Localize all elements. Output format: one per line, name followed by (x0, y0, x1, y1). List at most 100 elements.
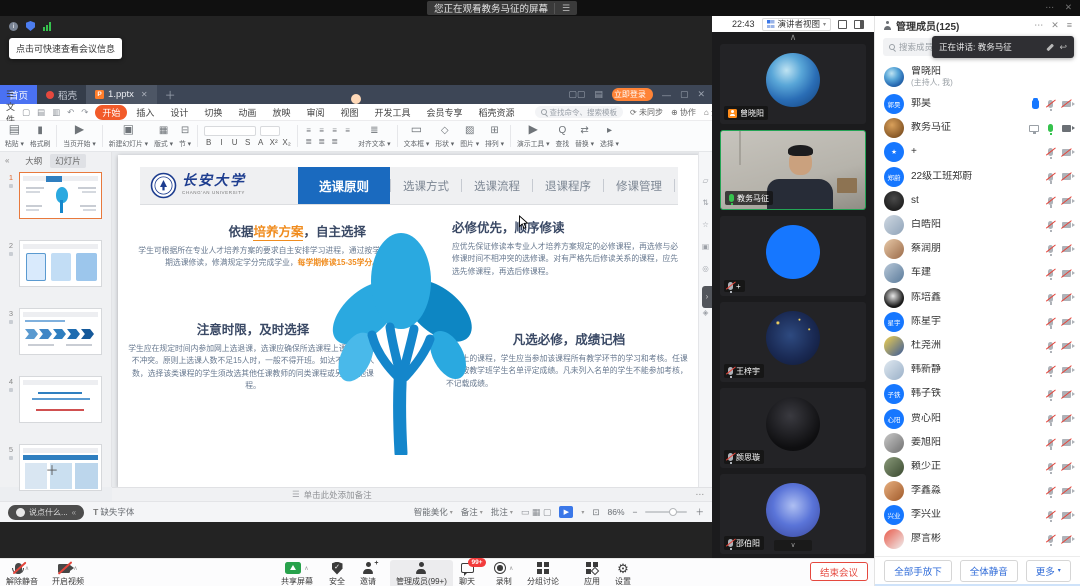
toolbar-安全[interactable]: ✓安全 (329, 561, 345, 586)
member-row-+[interactable]: ★+ (875, 140, 1080, 164)
thumbnail-preview[interactable] (19, 376, 102, 423)
print-icon[interactable]: ▥ (52, 107, 60, 118)
toolbar-应用[interactable]: 应用 (584, 561, 600, 586)
ribbon-文本框-button[interactable]: ▭文本框 ▾ (404, 124, 430, 148)
list-icon[interactable]: ≡ (330, 126, 339, 135)
video-tile-邵伯阳[interactable]: 邵伯阳∨ (720, 474, 866, 554)
member-row-郭昊[interactable]: 郭昊郭昊 (875, 92, 1080, 116)
ribbon-图片-button[interactable]: ▨图片 ▾ (460, 125, 479, 148)
member-row-st[interactable]: st (875, 189, 1080, 213)
video-tile-教务马征[interactable]: 教务马征 (720, 130, 866, 210)
toolbar-管理成员(99+)[interactable]: 管理成员(99+) (390, 560, 453, 586)
member-row-车建[interactable]: 车建 (875, 261, 1080, 285)
ribbon-tab-稻壳资源[interactable]: 稻壳资源 (472, 105, 522, 120)
ribbon-tab-视图[interactable]: 视图 (333, 105, 365, 120)
undo-arrow-icon[interactable]: ↩ (1059, 42, 1067, 53)
ribbon-排列-button[interactable]: ⊞排列 ▾ (485, 125, 504, 148)
member-row-白皓阳[interactable]: 白皓阳 (875, 213, 1080, 237)
fit-icon[interactable]: ⊡ (592, 507, 599, 518)
ribbon-tab-动画[interactable]: 动画 (231, 105, 263, 120)
favorite-tool-icon[interactable]: ☆ (702, 220, 709, 229)
missing-font-indicator[interactable]: T缺失字体 (93, 506, 134, 518)
ribbon-节-button[interactable]: ⊟节 ▾ (179, 125, 191, 148)
panel-close-icon[interactable]: ✕ (1051, 20, 1059, 31)
ribbon-tab-开发工具[interactable]: 开发工具 (367, 105, 417, 120)
info-icon[interactable]: i (9, 22, 18, 31)
banner-menu-icon[interactable]: ☰ (554, 3, 570, 14)
zoom-level[interactable]: 86% (608, 507, 625, 517)
notes-bar[interactable]: ☰ 单击此处添加备注 ⋯ (112, 487, 712, 501)
panel-more-icon[interactable]: ⋯ (1034, 20, 1043, 31)
format-U-button[interactable]: U (230, 138, 239, 147)
pen-icon[interactable] (1047, 43, 1054, 50)
notes-more-icon[interactable]: ⋯ (696, 489, 705, 500)
member-row-赖少正[interactable]: 赖少正 (875, 455, 1080, 479)
slide-canvas[interactable]: 长安大学 CHANG'AN UNIVERSITY 选课原则选课方式选课流程退课程… (118, 155, 700, 487)
zoom-slider[interactable] (645, 511, 687, 513)
slide-thumbnail-2[interactable]: 2 (6, 240, 102, 287)
video-tile-+[interactable]: + (720, 216, 866, 296)
ribbon-粘贴-button[interactable]: ▤粘贴 ▾ (5, 124, 24, 148)
caret-icon[interactable]: ∧ (509, 565, 513, 572)
toolbar-聊天[interactable]: 99+聊天 (459, 561, 475, 586)
ribbon-tab-插入[interactable]: 插入 (129, 105, 161, 120)
save-icon[interactable]: ▤ (37, 107, 45, 118)
sync-status[interactable]: ⟳ 未同步 (630, 107, 663, 118)
font-name-box[interactable] (204, 126, 256, 136)
format-X²-button[interactable]: X² (269, 138, 278, 147)
wps-tab-docer[interactable]: 稻壳 (37, 85, 86, 104)
play-caret-icon[interactable]: ▾ (581, 509, 584, 516)
new-tab-button[interactable]: ＋ (165, 87, 176, 103)
view-mode-dropdown[interactable]: 演讲者视图 ▾ (762, 18, 832, 31)
format-X₂-button[interactable]: X₂ (282, 138, 291, 147)
zoom-in-button[interactable]: ＋ (695, 506, 704, 518)
format-I-button[interactable]: I (217, 138, 226, 147)
ribbon-替换-button[interactable]: ⇄替换 ▾ (575, 125, 594, 148)
ribbon-查找-button[interactable]: Q查找 (556, 125, 570, 148)
member-row-陈培鑫[interactable]: 陈培鑫 (875, 286, 1080, 310)
video-tile-颜思璇[interactable]: 颜思璇 (720, 388, 866, 468)
zoom-out-button[interactable]: − (633, 507, 638, 517)
status-备注-button[interactable]: 备注▾ (461, 506, 483, 518)
status-批注-button[interactable]: 批注▾ (491, 506, 513, 518)
side-panel-toggle-icon[interactable] (854, 20, 864, 29)
ribbon-版式-button[interactable]: ▦版式 ▾ (154, 125, 173, 148)
format-B-button[interactable]: B (204, 138, 213, 147)
layout-tool-icon[interactable]: ▣ (702, 242, 709, 251)
tab-list-icon[interactable]: ▤ (594, 89, 603, 100)
font-size-box[interactable] (260, 126, 280, 136)
collapse-strip-down-icon[interactable]: ∨ (774, 540, 812, 551)
ribbon-tab-放映[interactable]: 放映 (265, 105, 297, 120)
format-A-button[interactable]: A (256, 138, 265, 147)
list-icon[interactable]: ≡ (304, 126, 313, 135)
close-tab-icon[interactable]: ✕ (141, 90, 148, 99)
new-doc-icon[interactable]: ▢ (22, 107, 30, 118)
member-row-贾心阳[interactable]: 心阳贾心阳 (875, 406, 1080, 430)
ribbon-对齐文本-button[interactable]: ≣对齐文本 ▾ (358, 125, 391, 148)
ribbon-tab-审阅[interactable]: 审阅 (299, 105, 331, 120)
slide-thumbnail-3[interactable]: 3 (6, 308, 102, 355)
fullscreen-icon[interactable] (838, 20, 847, 29)
member-row-陈星宇[interactable]: 星宇陈星宇 (875, 310, 1080, 334)
say-something-pill[interactable]: 说点什么... « (8, 505, 84, 520)
member-row-韩新静[interactable]: 韩新静 (875, 358, 1080, 382)
member-row-22级工班郑蔚[interactable]: 郑蔚22级工班郑蔚 (875, 165, 1080, 189)
member-row-廖言彬[interactable]: 廖言彬 (875, 527, 1080, 551)
member-row-李鑫淼[interactable]: 李鑫淼 (875, 479, 1080, 503)
collaborate-button[interactable]: ⊕ 协作 (671, 107, 696, 118)
collapse-strip-icon[interactable]: ∧ (790, 32, 797, 43)
ribbon-格式刷-button[interactable]: ▮格式刷 (30, 125, 50, 148)
slide-thumbnail-4[interactable]: 4 (6, 376, 102, 423)
settings-tool-icon[interactable]: ◈ (703, 308, 709, 317)
list-icon[interactable]: ≡ (317, 126, 326, 135)
tab-slides[interactable]: 幻灯片 (50, 154, 86, 168)
format-S-button[interactable]: S (243, 138, 252, 147)
ribbon-演示工具-button[interactable]: ▶演示工具 ▾ (517, 124, 550, 148)
slideshow-play-button[interactable]: ▶ (559, 506, 573, 518)
more-icon[interactable]: ⋯ (1045, 2, 1054, 13)
ribbon-当页开始-button[interactable]: ▶当页开始 ▾ (63, 124, 96, 148)
ribbon-tab-开始[interactable]: 开始 (95, 105, 127, 120)
minimize-icon[interactable]: — (662, 90, 671, 100)
member-row-姜旭阳[interactable]: 姜旭阳 (875, 431, 1080, 455)
command-search[interactable]: 查找命令、搜索模板 (535, 106, 624, 118)
